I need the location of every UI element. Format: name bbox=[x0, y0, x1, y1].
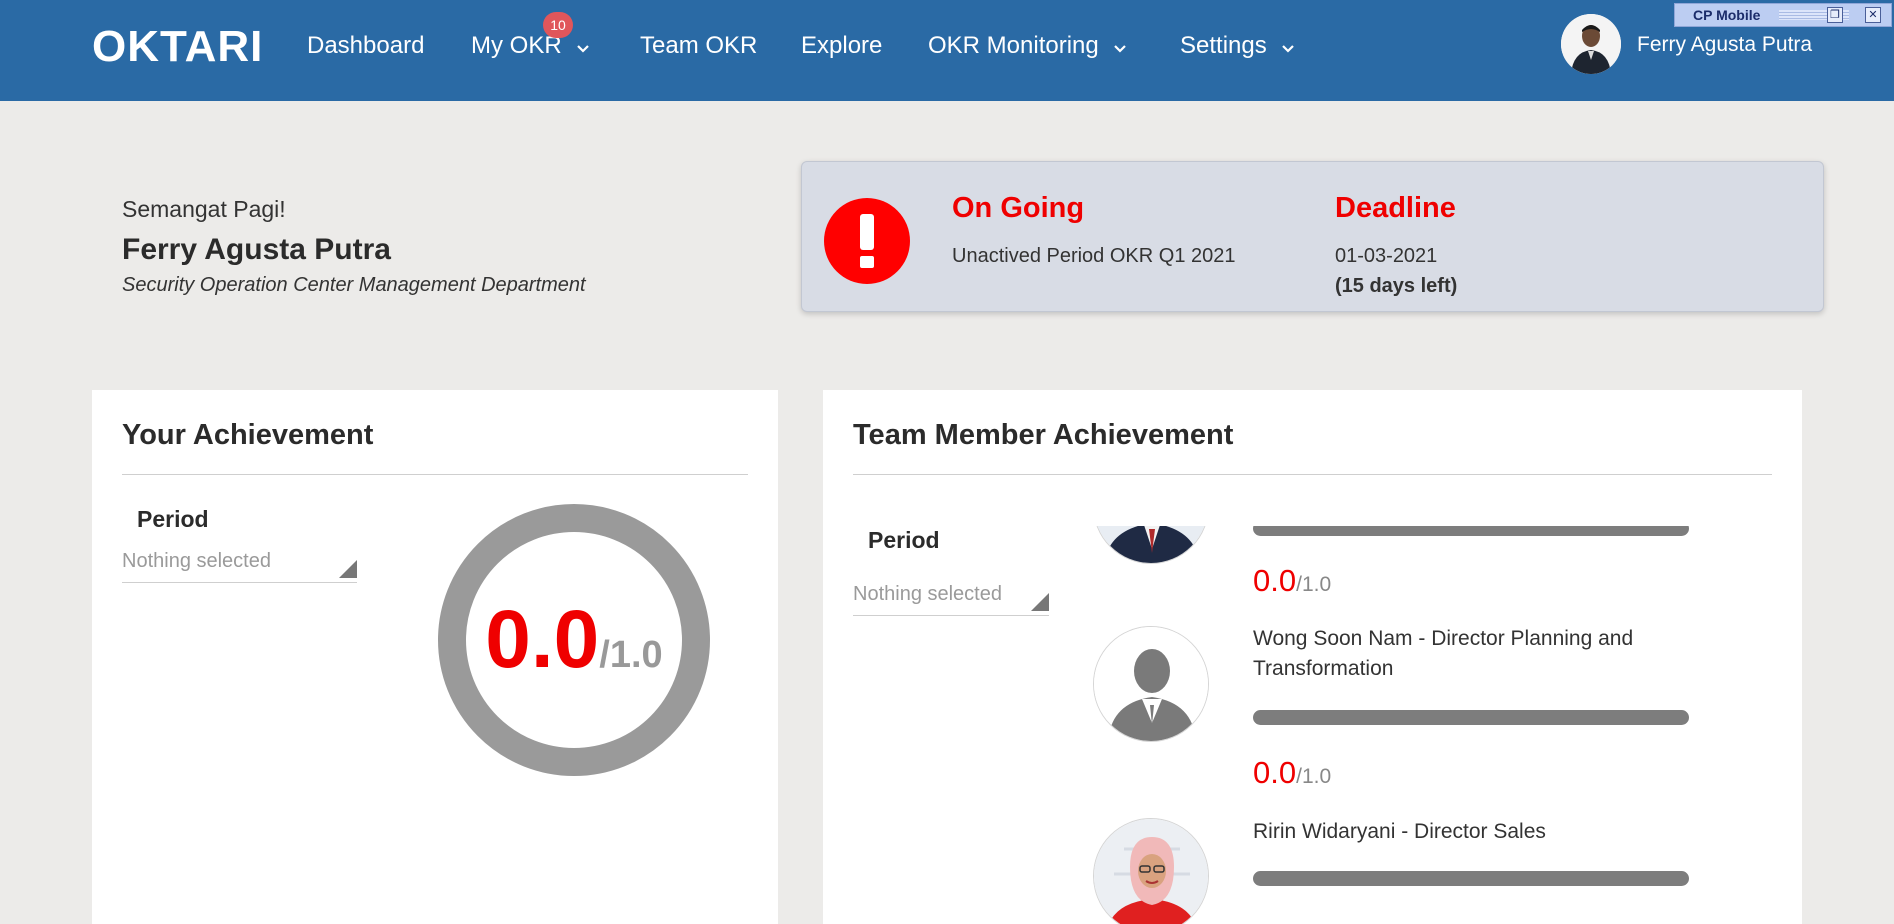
user-name[interactable]: Ferry Agusta Putra bbox=[1637, 33, 1812, 57]
progress-bar bbox=[1253, 710, 1689, 725]
member-avatar[interactable] bbox=[1093, 526, 1209, 564]
nav-team-okr[interactable]: Team OKR bbox=[640, 32, 757, 60]
member-avatar[interactable] bbox=[1093, 626, 1209, 742]
team-achievement-title: Team Member Achievement bbox=[853, 419, 1234, 451]
nav-dashboard[interactable]: Dashboard bbox=[307, 32, 424, 60]
score-max: /1.0 bbox=[1296, 573, 1332, 596]
greeting-name: Ferry Agusta Putra bbox=[122, 233, 391, 266]
dropdown-caret-icon bbox=[339, 560, 357, 582]
period-label: Period bbox=[868, 527, 940, 553]
nav-okr-monitoring-label: OKR Monitoring bbox=[928, 32, 1099, 59]
period-status-card: On Going Unactived Period OKR Q1 2021 De… bbox=[801, 161, 1824, 312]
member-avatar[interactable] bbox=[1093, 818, 1209, 924]
period-select-value: Nothing selected bbox=[122, 550, 271, 572]
nav-my-okr-label: My OKR bbox=[471, 32, 562, 59]
divider bbox=[122, 474, 748, 475]
progress-bar bbox=[1253, 871, 1689, 886]
score-value: 0.0 bbox=[1253, 563, 1297, 598]
period-select[interactable]: Nothing selected bbox=[122, 544, 357, 583]
ongoing-period-text: Unactived Period OKR Q1 2021 bbox=[952, 245, 1236, 267]
ongoing-label: On Going bbox=[952, 192, 1085, 224]
period-label: Period bbox=[137, 506, 209, 532]
divider bbox=[853, 474, 1772, 475]
deadline-label: Deadline bbox=[1335, 192, 1456, 224]
achievement-score: 0.0/1.0 bbox=[438, 504, 710, 799]
nav-explore[interactable]: Explore bbox=[801, 32, 882, 60]
greeting-department: Security Operation Center Management Dep… bbox=[122, 274, 586, 296]
nav-my-okr[interactable]: My OKR bbox=[471, 32, 590, 61]
notification-badge: 10 bbox=[543, 12, 573, 38]
member-score: 0.0/1.0 bbox=[1253, 563, 1331, 599]
chevron-down-icon bbox=[1113, 33, 1127, 61]
team-period-select[interactable]: Nothing selected bbox=[853, 577, 1049, 616]
top-navbar: OKTARI Dashboard My OKR 10 Team OKR Expl… bbox=[0, 0, 1894, 101]
score-max: /1.0 bbox=[1296, 765, 1332, 788]
close-icon[interactable]: ✕ bbox=[1865, 7, 1881, 23]
period-select-value: Nothing selected bbox=[853, 583, 1002, 605]
nav-okr-monitoring[interactable]: OKR Monitoring bbox=[928, 32, 1127, 61]
score-value: 0.0 bbox=[485, 594, 600, 685]
nav-settings[interactable]: Settings bbox=[1180, 32, 1295, 61]
member-list[interactable]: 0.0/1.0 Wong Soon Nam - Director Plannin… bbox=[1023, 526, 1783, 924]
user-avatar[interactable] bbox=[1561, 14, 1621, 74]
progress-bar bbox=[1253, 526, 1689, 536]
brand-logo[interactable]: OKTARI bbox=[92, 22, 263, 72]
member-name: Wong Soon Nam - Director Planning and Tr… bbox=[1253, 627, 1634, 680]
achievement-ring: 0.0/1.0 bbox=[438, 504, 710, 776]
your-achievement-title: Your Achievement bbox=[122, 419, 374, 451]
cp-mobile-widget[interactable]: CP Mobile ❐ ✕ bbox=[1674, 3, 1892, 27]
restore-icon[interactable]: ❐ bbox=[1827, 7, 1843, 23]
cp-mobile-title: CP Mobile bbox=[1693, 7, 1761, 23]
chevron-down-icon bbox=[1281, 33, 1295, 61]
score-value: 0.0 bbox=[1253, 755, 1297, 790]
chevron-down-icon bbox=[576, 33, 590, 61]
team-achievement-panel: Team Member Achievement Period Nothing s… bbox=[823, 390, 1802, 924]
deadline-days-left: (15 days left) bbox=[1335, 275, 1458, 297]
score-max: /1.0 bbox=[599, 634, 663, 676]
deadline-date: 01-03-2021 bbox=[1335, 245, 1438, 267]
alert-icon bbox=[824, 198, 910, 284]
member-name: Ririn Widaryani - Director Sales bbox=[1253, 820, 1546, 843]
member-score: 0.0/1.0 bbox=[1253, 755, 1331, 791]
greeting-text: Semangat Pagi! bbox=[122, 196, 286, 222]
nav-settings-label: Settings bbox=[1180, 32, 1267, 59]
